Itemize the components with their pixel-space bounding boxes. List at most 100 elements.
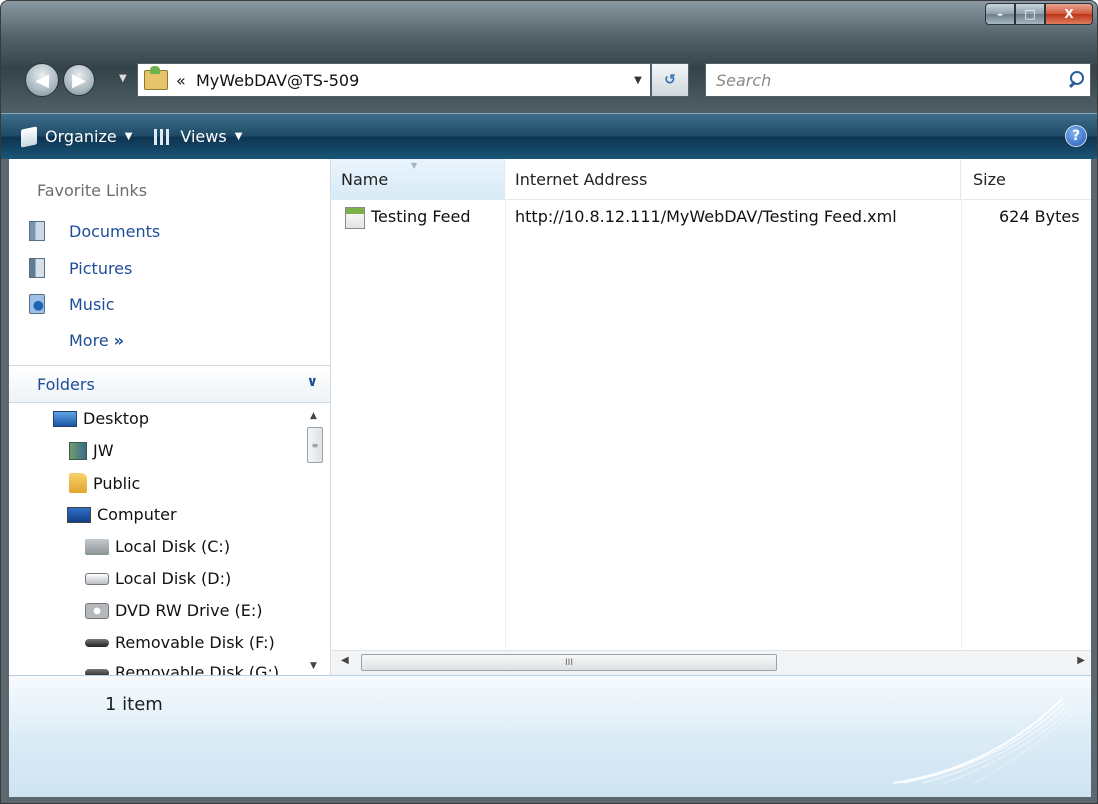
refresh-button[interactable]: ↺ (651, 63, 689, 97)
tree-item-label: DVD RW Drive (E:) (115, 601, 263, 620)
network-folder-icon (144, 66, 168, 90)
back-arrow-icon: ◀ (35, 69, 49, 91)
folders-label: Folders (37, 375, 95, 394)
chevron-down-icon[interactable]: ∨ (307, 374, 318, 390)
recent-pages-dropdown[interactable]: ▼ (119, 73, 133, 87)
scroll-up-icon[interactable]: ▲ (310, 411, 317, 421)
cell-internet-address: http://10.8.12.111/MyWebDAV/Testing Feed… (515, 207, 897, 226)
tree-item-dvd-drive[interactable]: DVD RW Drive (E:) (85, 601, 263, 620)
views-menu[interactable]: Views ▼ (154, 127, 242, 146)
favorite-label: Pictures (69, 258, 133, 278)
column-header-size[interactable]: Size (961, 159, 1091, 199)
xml-feed-icon (345, 207, 365, 229)
tree-item-label: Removable Disk (G:) (115, 663, 280, 675)
dvd-drive-icon (85, 602, 109, 619)
tree-item-public[interactable]: Public (69, 473, 140, 493)
scroll-left-icon[interactable]: ◀ (341, 655, 349, 666)
forward-button[interactable]: ▶ (63, 64, 95, 96)
views-icon (154, 128, 173, 145)
address-bar[interactable]: « MyWebDAV@TS-509 ▼ (137, 63, 651, 97)
column-header-name[interactable]: ▼ Name (331, 159, 505, 199)
tree-scroll-thumb[interactable]: ≡ (307, 427, 323, 463)
column-header-row: ▼ Name Internet Address Size (331, 159, 1091, 200)
column-label: Size (973, 169, 1006, 189)
tree-item-label: JW (93, 441, 114, 460)
column-divider (961, 199, 962, 651)
folder-tree: Desktop JW Public Computer Local Disk (C… (9, 403, 330, 675)
tree-item-local-disk-d[interactable]: Local Disk (D:) (85, 569, 231, 588)
chevron-down-icon: ▼ (234, 131, 243, 142)
file-list: ▼ Name Internet Address Size Testing Fee… (331, 159, 1091, 675)
favorite-links-heading: Favorite Links (37, 181, 148, 200)
pictures-icon (29, 258, 45, 278)
navigation-bar: ◀ ▶ ▼ « MyWebDAV@TS-509 ▼ ↺ (1, 53, 1097, 107)
tree-item-desktop[interactable]: Desktop (53, 409, 149, 428)
tree-item-removable-g[interactable]: Removable Disk (G:) (85, 663, 279, 675)
search-box[interactable] (705, 63, 1091, 97)
tree-item-computer[interactable]: Computer (67, 505, 177, 524)
close-button[interactable]: X (1045, 3, 1093, 25)
tree-item-local-disk-c[interactable]: Local Disk (C:) (85, 537, 230, 556)
organize-label: Organize (45, 127, 117, 146)
horizontal-scrollbar[interactable]: ◀ III ▶ (331, 650, 1091, 675)
favorite-documents[interactable]: Documents (29, 221, 160, 241)
search-icon[interactable] (1064, 67, 1090, 93)
more-label: More (69, 331, 109, 350)
removable-disk-icon (85, 638, 109, 647)
help-icon[interactable]: ? (1065, 125, 1087, 147)
explorer-window: – □ X ◀ ▶ ▼ « MyWebDAV@TS-509 ▼ ↺ Organi… (0, 0, 1098, 804)
tree-item-label: Local Disk (C:) (115, 537, 231, 556)
horizontal-scroll-thumb[interactable]: III (361, 654, 777, 671)
title-bar[interactable]: – □ X ◀ ▶ ▼ « MyWebDAV@TS-509 ▼ ↺ (1, 1, 1097, 113)
scroll-right-icon[interactable]: ▶ (1077, 655, 1085, 666)
tree-item-jw[interactable]: JW (69, 441, 114, 460)
views-label: Views (180, 127, 227, 146)
address-path[interactable]: « MyWebDAV@TS-509 (176, 71, 626, 90)
tree-item-label: Local Disk (D:) (115, 569, 232, 588)
favorite-pictures[interactable]: Pictures (29, 258, 132, 278)
address-segment[interactable]: MyWebDAV@TS-509 (196, 71, 359, 90)
more-favorites-link[interactable]: More » (69, 331, 124, 350)
cell-size: 624 Bytes (999, 207, 1080, 226)
documents-icon (29, 221, 45, 241)
tree-item-label: Computer (97, 505, 177, 524)
column-label: Name (341, 169, 389, 189)
disk-icon (85, 572, 109, 585)
column-divider (505, 199, 506, 651)
sort-arrow-icon: ▼ (411, 161, 418, 170)
search-input[interactable] (714, 69, 1064, 91)
tree-scrollbar[interactable]: ▲ ≡ ▼ (306, 403, 324, 675)
tree-item-removable-f[interactable]: Removable Disk (F:) (85, 633, 275, 652)
tree-item-label: Public (93, 473, 141, 493)
tree-item-label: Removable Disk (F:) (115, 633, 275, 652)
double-chevron-icon: » (113, 331, 125, 350)
forward-arrow-icon: ▶ (72, 69, 86, 91)
favorite-music[interactable]: Music (29, 294, 115, 314)
column-header-internet-address[interactable]: Internet Address (505, 159, 961, 199)
favorite-label: Documents (69, 221, 161, 241)
table-row[interactable]: Testing Feed http://10.8.12.111/MyWebDAV… (331, 203, 1091, 233)
user-folder-icon (69, 441, 87, 460)
cell-name: Testing Feed (371, 207, 471, 226)
column-label: Internet Address (515, 169, 648, 189)
desktop-icon (53, 410, 77, 427)
address-dropdown-icon[interactable]: ▼ (626, 75, 650, 86)
minimize-button[interactable]: – (985, 3, 1015, 25)
music-icon (29, 294, 45, 314)
favorite-label: Music (69, 294, 115, 314)
item-count: 1 item (105, 694, 163, 715)
maximize-button[interactable]: □ (1015, 3, 1045, 25)
scroll-down-icon[interactable]: ▼ (310, 661, 317, 671)
folder-icon (69, 473, 87, 493)
chevron-down-icon: ▼ (124, 131, 133, 142)
refresh-icon: ↺ (664, 72, 676, 88)
caption-buttons: – □ X (985, 3, 1093, 25)
decorative-swoosh (892, 697, 1072, 785)
computer-icon (67, 506, 91, 523)
organize-menu[interactable]: Organize ▼ (21, 125, 133, 148)
back-button[interactable]: ◀ (25, 63, 59, 97)
folders-header[interactable]: Folders ∨ (9, 365, 330, 403)
navigation-pane: Favorite Links Documents Pictures Music … (9, 159, 331, 675)
details-pane: 1 item (9, 675, 1091, 797)
address-overflow-chevron[interactable]: « (176, 71, 186, 90)
